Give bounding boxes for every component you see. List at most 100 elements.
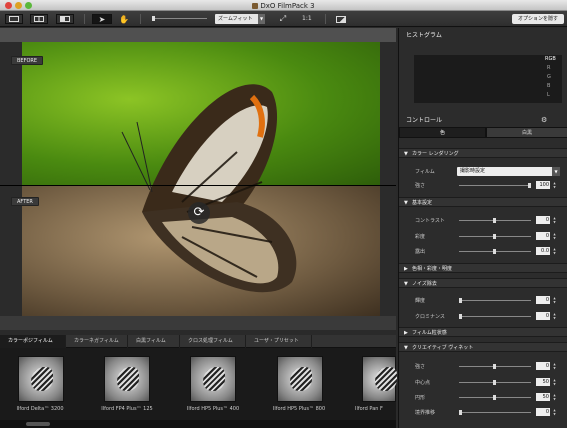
luminance-stepper[interactable]: ▲ ▼ xyxy=(552,296,557,304)
slider-thumb[interactable] xyxy=(459,410,462,415)
zoom-select[interactable]: ズームフィット ▼ xyxy=(215,14,265,24)
hand-tool-button[interactable]: ✋ xyxy=(116,14,132,24)
slider-thumb[interactable] xyxy=(493,395,496,400)
preview-panel-button[interactable] xyxy=(334,14,348,24)
tab-color-positive[interactable]: カラーポジフィルム xyxy=(0,335,66,348)
chrominance-stepper[interactable]: ▲ ▼ xyxy=(552,312,557,320)
expand-icon: ⤢ xyxy=(279,14,287,23)
hist-channel-r[interactable]: R xyxy=(547,65,550,71)
contrast-value[interactable]: 0 xyxy=(536,216,550,224)
compare-split-line[interactable] xyxy=(0,185,396,186)
vignette-roundness-stepper[interactable]: ▲ ▼ xyxy=(552,393,557,401)
tab-color-negative[interactable]: カラーネガフィルム xyxy=(66,335,128,348)
saturation-slider[interactable] xyxy=(459,234,531,239)
contrast-slider[interactable] xyxy=(459,218,531,223)
hist-channel-rgb[interactable]: RGB xyxy=(545,56,556,62)
hist-channel-l[interactable]: L xyxy=(547,92,550,98)
section-noise-reduction[interactable]: ▼ ノイズ除去 xyxy=(399,278,567,288)
zoom-slider-thumb[interactable] xyxy=(152,16,155,21)
slider-thumb[interactable] xyxy=(493,234,496,239)
film-label: Ilford Delta™ 3200 xyxy=(16,406,64,412)
slider-thumb[interactable] xyxy=(493,364,496,369)
exposure-value[interactable]: 0.0 xyxy=(536,247,550,255)
tab-bw-film[interactable]: 白黒フィルム xyxy=(128,335,180,348)
slider-thumb[interactable] xyxy=(459,314,462,319)
film-thumbnail[interactable] xyxy=(104,356,150,402)
slider-thumb[interactable] xyxy=(528,183,531,188)
chevron-down-icon: ▼ xyxy=(404,281,408,287)
vignette-transition-slider[interactable] xyxy=(459,410,531,415)
section-basic-settings[interactable]: ▼ 基本設定 xyxy=(399,197,567,207)
gear-icon[interactable]: ⚙ xyxy=(541,116,547,124)
chrominance-label: クロミナンス xyxy=(415,314,445,320)
strength-stepper[interactable]: ▲ ▼ xyxy=(552,181,557,189)
vignette-transition-value[interactable]: 0 xyxy=(536,408,550,416)
zoom-slider[interactable] xyxy=(152,16,207,21)
split-view-icon xyxy=(34,16,44,22)
slider-thumb[interactable] xyxy=(459,298,462,303)
saturation-value[interactable]: 0 xyxy=(536,232,550,240)
before-label: BEFORE xyxy=(11,56,44,65)
vignette-center-label: 中心点 xyxy=(415,380,431,386)
select-tool-button[interactable]: ➤ xyxy=(92,14,112,24)
side-by-side-view-button[interactable] xyxy=(30,14,48,24)
film-thumbnail[interactable] xyxy=(277,356,323,402)
exposure-stepper[interactable]: ▲ ▼ xyxy=(552,247,557,255)
chevron-down-icon: ▼ xyxy=(404,345,408,351)
film-thumbnail[interactable] xyxy=(18,356,64,402)
tab-bw-controls[interactable]: 白黒 xyxy=(486,127,567,138)
slider-thumb[interactable] xyxy=(493,249,496,254)
slider-thumb[interactable] xyxy=(493,380,496,385)
tab-color-controls[interactable]: 色 xyxy=(399,127,486,138)
image-canvas[interactable]: BEFORE AFTER ⟳ xyxy=(0,28,396,330)
zoom-select-value: ズームフィット xyxy=(218,16,253,22)
film-thumbnail[interactable] xyxy=(362,356,397,402)
strength-slider[interactable] xyxy=(459,183,531,188)
scrollbar-thumb[interactable] xyxy=(26,422,50,426)
hide-options-button[interactable]: オプションを隠す xyxy=(512,14,564,24)
filmstrip-scrollbar[interactable] xyxy=(0,420,396,428)
exposure-slider[interactable] xyxy=(459,249,531,254)
luminance-value[interactable]: 0 xyxy=(536,296,550,304)
vignette-strength-label: 強さ xyxy=(415,364,426,370)
swap-compare-button[interactable]: ⟳ xyxy=(188,202,210,224)
vignette-strength-value[interactable]: 0 xyxy=(536,362,550,370)
chrominance-value[interactable]: 0 xyxy=(536,312,550,320)
luminance-slider[interactable] xyxy=(459,298,531,303)
single-view-button[interactable] xyxy=(5,14,23,24)
vignette-center-slider[interactable] xyxy=(459,380,531,385)
vignette-roundness-value[interactable]: 50 xyxy=(536,393,550,401)
vignette-strength-stepper[interactable]: ▲ ▼ xyxy=(552,362,557,370)
vignette-center-stepper[interactable]: ▲ ▼ xyxy=(552,378,557,386)
chevron-right-icon: ▶ xyxy=(404,330,408,336)
hist-channel-b[interactable]: B xyxy=(547,83,550,89)
contrast-stepper[interactable]: ▲ ▼ xyxy=(552,216,557,224)
zoom-100-button[interactable]: 1:1 xyxy=(302,15,312,22)
photo-preview[interactable] xyxy=(22,42,380,316)
histogram-header: ヒストグラム xyxy=(399,30,567,41)
vignette-transition-stepper[interactable]: ▲ ▼ xyxy=(552,408,557,416)
rotate-arrows-icon: ⟳ xyxy=(193,205,205,220)
split-view-button[interactable] xyxy=(56,14,74,24)
section-hsl[interactable]: ▶ 色相・彩度・明度 xyxy=(399,263,567,273)
vignette-strength-slider[interactable] xyxy=(459,364,531,369)
chrominance-slider[interactable] xyxy=(459,314,531,319)
vignette-roundness-slider[interactable] xyxy=(459,395,531,400)
window-titlebar: DxO FilmPack 3 xyxy=(0,0,567,11)
fit-screen-button[interactable]: ⤢ xyxy=(278,14,288,24)
film-label: Ilford Pan F xyxy=(355,406,383,412)
saturation-stepper[interactable]: ▲ ▼ xyxy=(552,232,557,240)
film-thumbnail[interactable] xyxy=(190,356,236,402)
film-select[interactable]: 撮影時設定 ▼ xyxy=(457,167,560,176)
tab-cross-process[interactable]: クロス処理フィルム xyxy=(180,335,246,348)
vignette-center-value[interactable]: 50 xyxy=(536,378,550,386)
slider-thumb[interactable] xyxy=(493,218,496,223)
section-film-grain[interactable]: ▶ フィルム粒状感 xyxy=(399,327,567,337)
single-view-icon xyxy=(9,16,19,22)
section-color-rendering[interactable]: ▼ カラー レンダリング xyxy=(399,148,567,158)
strength-value[interactable]: 100 xyxy=(536,181,550,189)
section-creative-vignette[interactable]: ▼ クリエイティブ ヴィネット xyxy=(399,342,567,352)
histogram-display xyxy=(414,55,562,103)
hist-channel-g[interactable]: G xyxy=(547,74,551,80)
tab-user-presets[interactable]: ユーザ・プリセット xyxy=(246,335,312,348)
